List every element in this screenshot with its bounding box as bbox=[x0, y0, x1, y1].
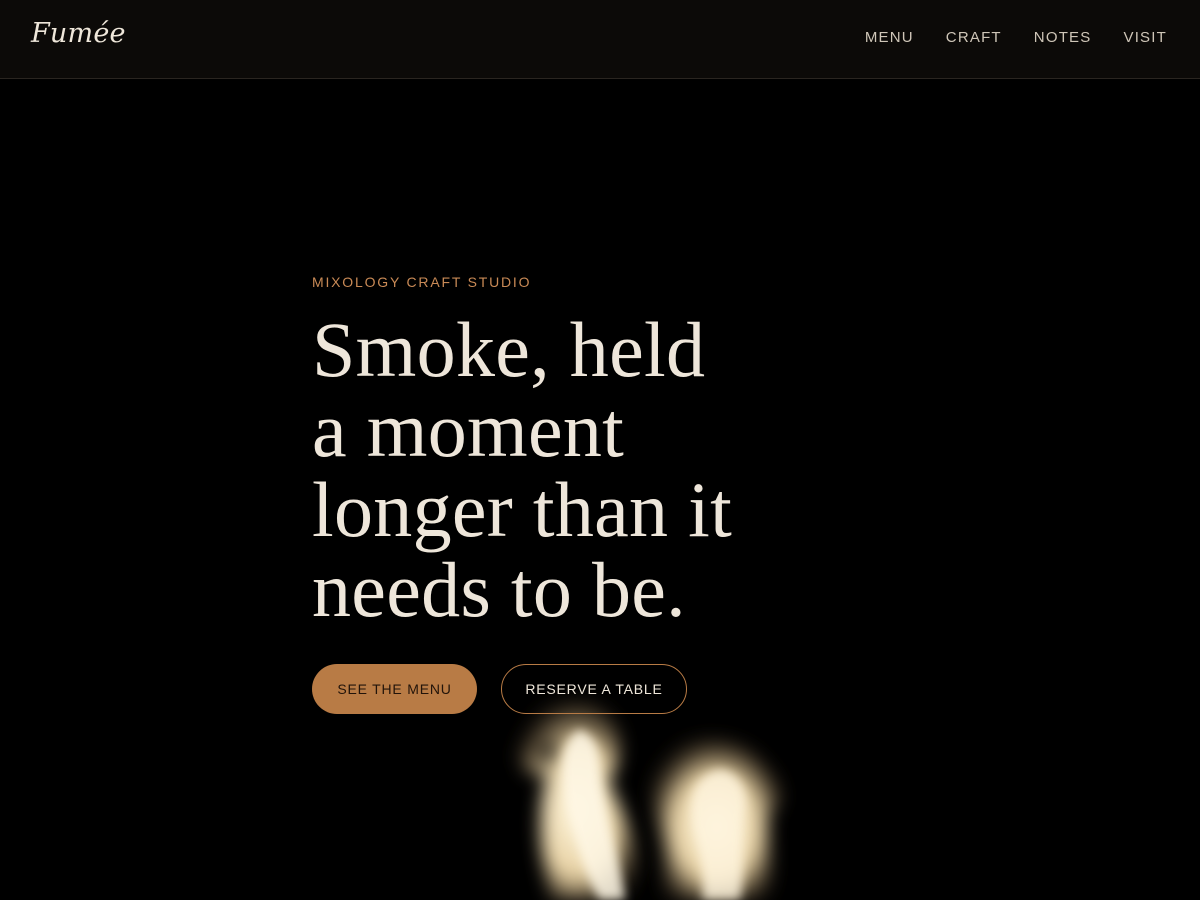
hero-title-line: a moment bbox=[312, 386, 625, 473]
hero-title-line: Smoke, held bbox=[312, 306, 706, 393]
nav-link-visit[interactable]: VISIT bbox=[1123, 29, 1167, 47]
hero-eyebrow: MIXOLOGY CRAFT STUDIO bbox=[312, 274, 532, 290]
hero-title-line: needs to be. bbox=[312, 546, 686, 633]
main-nav: MENU CRAFT NOTES VISIT bbox=[865, 29, 1167, 47]
logo[interactable]: Fumée bbox=[31, 20, 126, 47]
site-header: Fumée MENU CRAFT NOTES VISIT bbox=[0, 0, 1200, 79]
see-menu-button[interactable]: SEE THE MENU bbox=[312, 664, 477, 714]
smoke-plume-right bbox=[651, 738, 782, 900]
hero-title-line: longer than it bbox=[312, 466, 733, 553]
hero-title: Smoke, held a moment longer than it need… bbox=[312, 310, 832, 630]
nav-link-craft[interactable]: CRAFT bbox=[946, 29, 1002, 47]
reserve-table-button[interactable]: RESERVE A TABLE bbox=[501, 664, 687, 714]
nav-link-menu[interactable]: MENU bbox=[865, 29, 914, 47]
smoke-plume-left bbox=[514, 700, 641, 900]
nav-link-notes[interactable]: NOTES bbox=[1034, 29, 1092, 47]
page: Fumée MENU CRAFT NOTES VISIT MIXOLOGY CR… bbox=[0, 0, 1200, 900]
